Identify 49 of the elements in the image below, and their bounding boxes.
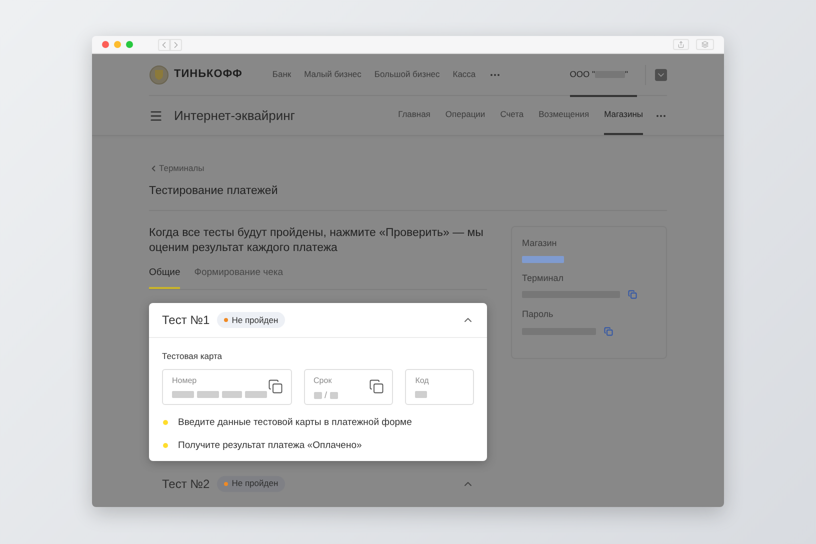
forward-icon[interactable] [170,38,182,50]
sub-nav-tab[interactable]: Операции [445,96,486,135]
card-field[interactable]: Код [405,369,474,405]
info-label: Пароль [522,308,554,321]
menu-icon[interactable] [149,108,163,122]
top-nav-link[interactable]: Банк [272,68,292,81]
blurred-value [197,391,219,398]
top-nav-link[interactable]: Малый бизнес [304,68,362,81]
breadcrumb-link[interactable]: Терминалы [149,162,667,175]
share-icon[interactable] [673,39,689,50]
tab[interactable]: Формирование чека [194,266,284,290]
test-title: Тест №2 [162,476,210,492]
blurred-value [172,391,194,398]
back-icon[interactable] [158,38,170,50]
info-label: Магазин [522,237,558,250]
chevron-left-icon [149,164,158,173]
step-text: Введите данные тестовой карты в платежной форме [178,416,412,430]
company-selector[interactable]: ООО " " [570,54,637,96]
status-badge: Не пройден [216,312,286,328]
copy-icon[interactable] [268,379,283,394]
dropdown-button[interactable] [655,68,667,80]
info-label: Терминал [522,272,564,285]
brand-name: ТИНЬКОФФ [174,67,242,82]
copy-icon[interactable] [369,379,384,394]
product-title: Интернет-эквайринг [174,106,296,125]
sub-nav-tab[interactable]: Магазины [604,96,643,135]
sub-nav-tab[interactable]: Счета [500,96,524,135]
page-title: Тестирование платежей [149,184,279,199]
tab[interactable]: Общие [149,266,180,290]
field-separator: / [324,391,328,399]
step-text: Получите результат платежа «Оплачено» [178,439,362,453]
blurred-value [415,391,428,398]
description-text: Когда все тесты будут пройдены, нажмите «Проверить» — мы оценим результат каждого платежа [149,226,484,256]
status-badge: Не пройден [216,476,286,492]
blurred-value [222,391,242,398]
card-label: Тестовая карта [162,350,224,363]
card-field[interactable]: Срок / [304,369,394,405]
field-label: Срок [314,376,333,386]
field-label: Номер [172,376,198,386]
top-nav-link[interactable]: Касса [452,68,476,81]
logo-emblem-icon [149,64,169,84]
sub-nav-tab[interactable]: Возмещения [538,96,590,135]
sub-nav-tab[interactable]: Главная [398,96,430,135]
top-nav-link[interactable]: Большой бизнес [374,68,440,81]
blurred-value [245,391,267,398]
test-title: Тест №1 [162,312,210,330]
tabs-icon[interactable] [696,39,714,50]
card-field[interactable]: Номер [162,369,292,405]
field-label: Код [415,376,430,386]
